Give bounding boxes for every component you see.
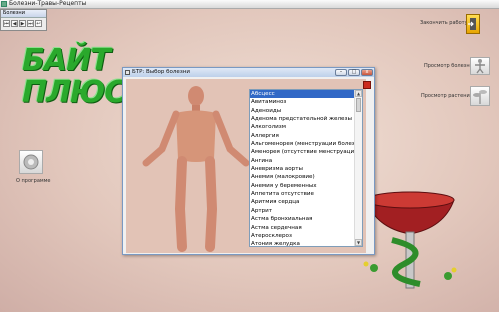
disease-selection-dialog: БТР: Выбор болезни – □ x Абсцесс Авитамин… <box>122 67 375 255</box>
dialog-title: БТР: Выбор болезни <box>132 69 190 75</box>
close-button[interactable]: x <box>361 69 373 76</box>
app-icon <box>1 1 7 7</box>
disease-list-item[interactable]: Аллергия <box>250 132 356 140</box>
disease-list-item[interactable]: Авитаминоз <box>250 98 356 106</box>
disease-list-items: Абсцесс Авитаминоз Аденоиды Аденома предста… <box>250 90 356 246</box>
logo-line-2: ПЛЮС <box>22 75 126 110</box>
disease-list-item[interactable]: Аменорея (отсутствие менструации) <box>250 148 356 156</box>
disease-list-item[interactable]: Аневризма аорты <box>250 165 356 173</box>
disease-list-item[interactable]: Аденоиды <box>250 107 356 115</box>
dialog-app-icon <box>125 70 130 75</box>
previous-record-button[interactable]: ◀ <box>11 20 18 27</box>
scroll-down-arrow-icon[interactable]: ▼ <box>355 239 362 246</box>
disease-list-item[interactable]: Ангина <box>250 157 356 165</box>
disease-list-item[interactable]: Алкоголизм <box>250 123 356 131</box>
view-diseases-label: Просмотр болезней <box>424 63 476 69</box>
print-button[interactable] <box>363 81 371 89</box>
disease-list-item[interactable]: Артрит <box>250 207 356 215</box>
disease-list-item[interactable]: Анемия (малокровие) <box>250 173 356 181</box>
about-button[interactable] <box>19 150 43 174</box>
navigation-panel-title: Болезни <box>1 10 46 18</box>
about-label: О программе <box>16 178 51 184</box>
disease-list-scrollbar[interactable]: ▲ ▼ <box>354 90 362 246</box>
view-plants-label: Просмотр растений <box>421 93 473 99</box>
view-diseases-button[interactable] <box>470 57 490 75</box>
disease-list-item[interactable]: Альгоменорея (менструации болезненные) <box>250 140 356 148</box>
disease-list[interactable]: Абсцесс Авитаминоз Аденоиды Аденома предста… <box>249 89 363 247</box>
scroll-thumb[interactable] <box>356 98 361 112</box>
scroll-up-arrow-icon[interactable]: ▲ <box>355 90 362 97</box>
app-title: Болезни-Травы-Рецепты <box>9 0 87 7</box>
navigation-panel: Болезни ⏮ ◀ ▶ ⏭ ↩ <box>0 9 47 31</box>
disease-list-item[interactable]: Астма бронхиальная <box>250 215 356 223</box>
first-record-button[interactable]: ⏮ <box>3 20 10 27</box>
exit-door-icon <box>468 18 476 30</box>
logo: БАЙТ ПЛЮС <box>22 43 126 110</box>
close-work-label: Закончить работу <box>420 20 468 26</box>
minimize-button[interactable]: – <box>335 69 347 76</box>
last-record-button[interactable]: ⏭ <box>27 20 34 27</box>
app-title-bar: Болезни-Травы-Рецепты <box>0 0 499 9</box>
next-record-button[interactable]: ▶ <box>19 20 26 27</box>
disease-list-item[interactable]: Астма сердечная <box>250 224 356 232</box>
maximize-button[interactable]: □ <box>348 69 360 76</box>
human-figure-image <box>142 86 250 252</box>
close-work-button[interactable] <box>466 14 480 34</box>
view-plants-button[interactable] <box>470 86 490 106</box>
disease-list-item[interactable]: Аденома предстательной железы <box>250 115 356 123</box>
disease-list-item[interactable]: Абсцесс <box>250 90 356 99</box>
disease-list-item[interactable]: Анемия у беременных <box>250 182 356 190</box>
about-gear-icon <box>23 154 39 170</box>
disease-list-item[interactable]: Аритмия сердца <box>250 198 356 206</box>
plant-icon <box>473 90 487 104</box>
disease-list-item[interactable]: Атония желудка <box>250 240 356 246</box>
logo-line-1: БАЙТ <box>22 43 111 78</box>
body-figure-icon <box>475 59 485 74</box>
disease-list-item[interactable]: Атеросклероз <box>250 232 356 240</box>
disease-list-item[interactable]: Аппетита отсутствие <box>250 190 356 198</box>
back-button[interactable]: ↩ <box>35 20 42 27</box>
dialog-title-bar: БТР: Выбор болезни – □ x <box>123 68 374 77</box>
